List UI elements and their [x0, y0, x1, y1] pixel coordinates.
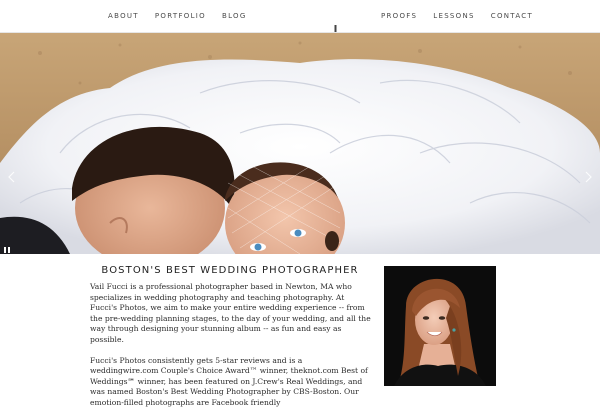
page-title: BOSTON'S BEST WEDDING PHOTOGRAPHER — [101, 265, 359, 276]
intro-text: Vail Fucci is a professional photographe… — [90, 282, 372, 419]
nav-link-about[interactable]: ABOUT — [105, 11, 142, 21]
photographer-portrait — [384, 266, 496, 386]
nav-link-blog[interactable]: BLOG — [219, 11, 250, 21]
chevron-left-icon[interactable] — [5, 169, 19, 185]
hero-slideshow[interactable] — [0, 33, 600, 254]
nav-left-group: ABOUT PORTFOLIO BLOG — [105, 11, 260, 21]
hero-photo-bride-groom — [0, 33, 600, 254]
logo-mark[interactable] — [333, 25, 338, 32]
photographer-portrait-image — [384, 266, 496, 386]
pause-icon[interactable] — [3, 246, 11, 254]
nav-link-proofs[interactable]: PROOFS — [378, 11, 420, 21]
top-navigation-bar: ABOUT PORTFOLIO BLOG PROOFS LESSONS CONT… — [0, 0, 600, 33]
intro-paragraph-2: Fucci's Photos consistently gets 5-star … — [90, 355, 368, 407]
chevron-right-icon[interactable] — [581, 169, 595, 185]
nav-link-lessons[interactable]: LESSONS — [430, 11, 478, 21]
nav-link-portfolio[interactable]: PORTFOLIO — [152, 11, 209, 21]
intro-paragraph-1: Vail Fucci is a professional photographe… — [90, 282, 371, 344]
nav-right-group: PROOFS LESSONS CONTACT — [378, 11, 546, 21]
nav-link-contact[interactable]: CONTACT — [488, 11, 536, 21]
